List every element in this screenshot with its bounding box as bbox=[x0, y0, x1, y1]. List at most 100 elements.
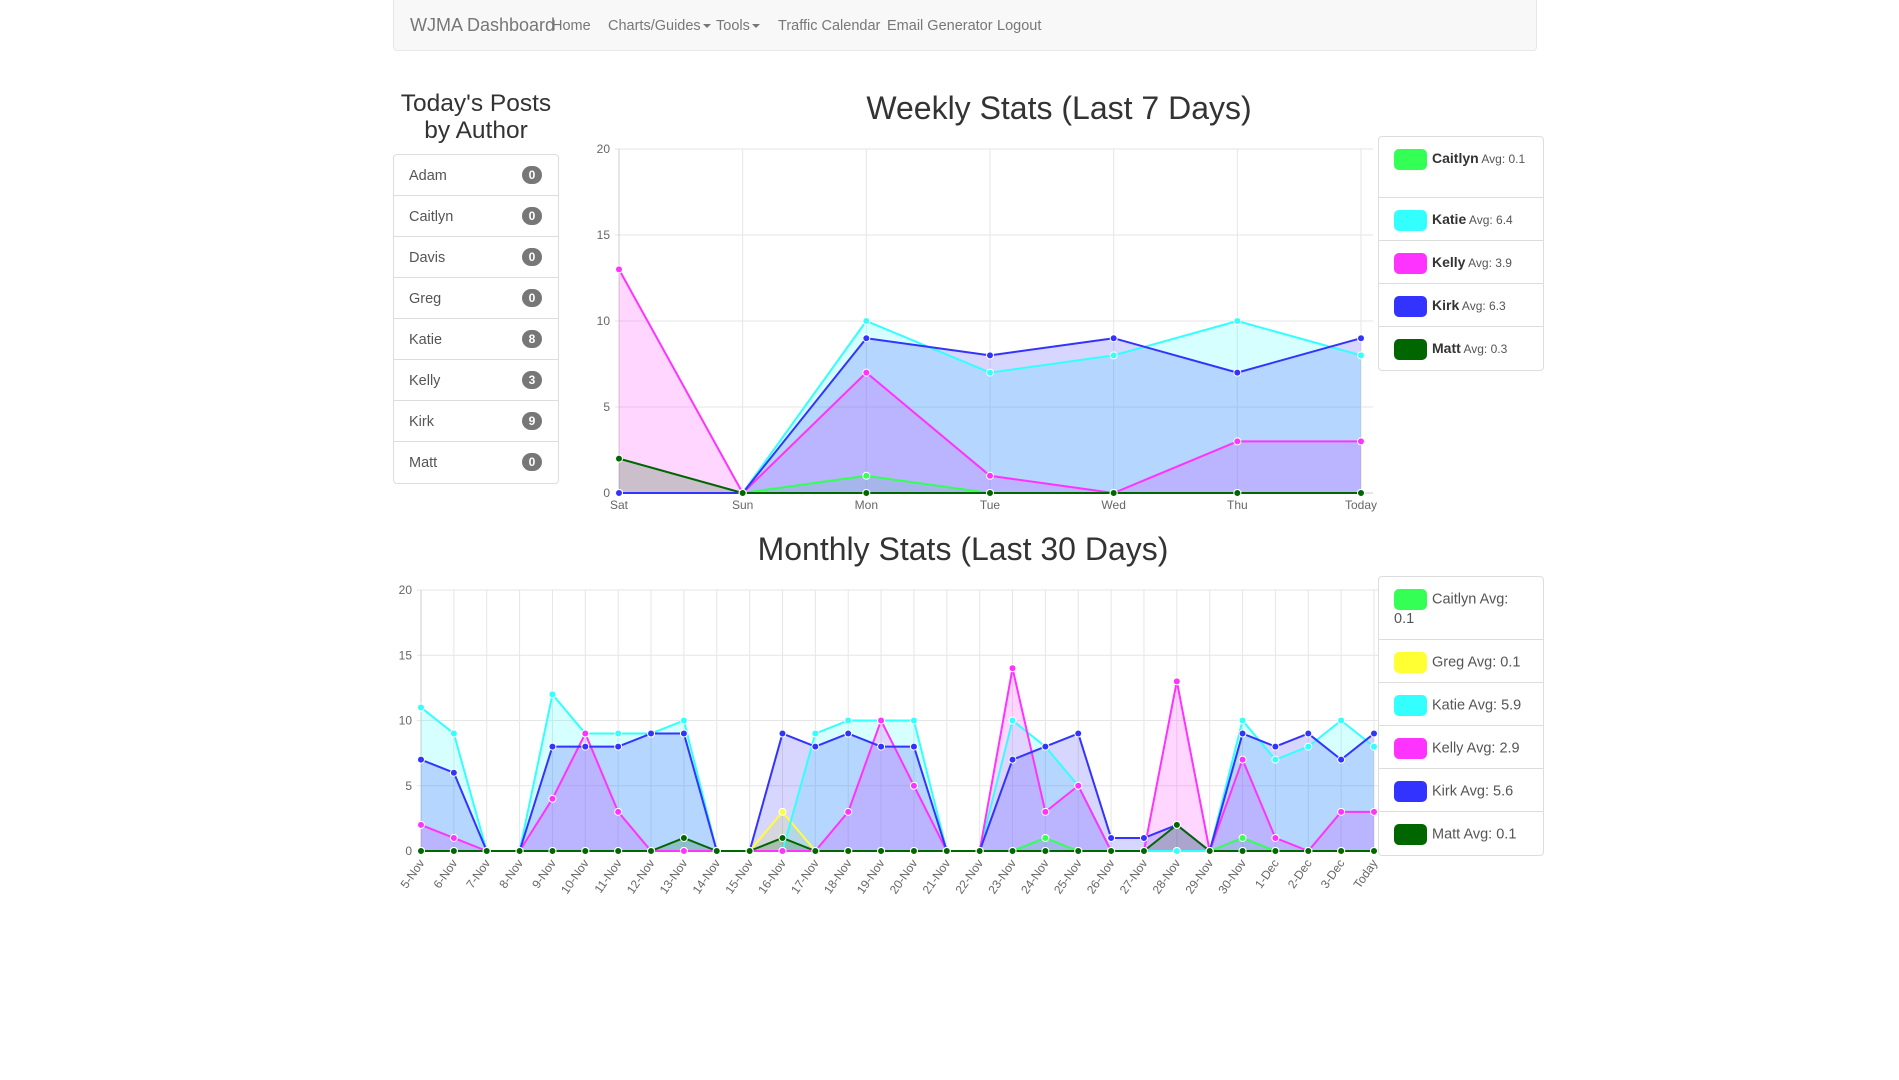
data-point-matt bbox=[738, 489, 747, 497]
x-tick-label: 19-Nov bbox=[854, 857, 888, 897]
legend-avg-value: 0.1 bbox=[1500, 654, 1521, 671]
x-tick-label: Sat bbox=[610, 498, 629, 512]
data-point-katie bbox=[1238, 716, 1247, 725]
data-point-katie bbox=[679, 716, 688, 725]
legend-item-greg: Greg Avg: 0.1 bbox=[1379, 640, 1543, 683]
x-tick-label: 13-Nov bbox=[657, 857, 691, 897]
legend-swatch bbox=[1394, 824, 1427, 845]
data-point-kelly bbox=[1370, 807, 1378, 816]
data-point-katie bbox=[1109, 351, 1118, 360]
data-point-katie bbox=[862, 317, 871, 325]
y-tick-label: 5 bbox=[603, 400, 610, 414]
data-point-kelly bbox=[1008, 664, 1017, 673]
data-point-kirk bbox=[1238, 729, 1247, 738]
data-point-katie bbox=[986, 368, 994, 377]
data-point-kirk bbox=[877, 742, 886, 751]
data-point-kirk bbox=[1041, 742, 1050, 751]
legend-item-katie: Katie Avg: 6.4 bbox=[1379, 198, 1543, 241]
data-point-matt bbox=[1337, 847, 1346, 855]
data-point-matt bbox=[581, 847, 590, 855]
data-point-katie bbox=[417, 703, 425, 712]
data-point-kirk bbox=[615, 489, 623, 497]
data-point-kirk bbox=[909, 742, 918, 751]
data-point-kelly bbox=[417, 820, 425, 829]
legend-name: Greg bbox=[1432, 654, 1465, 671]
x-tick-label: 1-Dec bbox=[1252, 857, 1282, 891]
data-point-kelly bbox=[581, 729, 590, 738]
legend-name: Kirk bbox=[1432, 297, 1460, 313]
data-point-katie bbox=[1271, 755, 1280, 764]
legend-item-katie: Katie Avg: 5.9 bbox=[1379, 683, 1543, 726]
data-point-kirk bbox=[1139, 833, 1148, 842]
data-point-kirk bbox=[449, 768, 458, 777]
legend-avg-value: 0.1 bbox=[1508, 152, 1526, 166]
y-tick-label: 15 bbox=[399, 648, 413, 662]
x-tick-label: 26-Nov bbox=[1084, 857, 1118, 897]
x-tick-label: 21-Nov bbox=[920, 857, 954, 897]
data-point-kelly bbox=[1041, 807, 1050, 816]
x-tick-label: Today bbox=[1345, 498, 1377, 512]
data-point-kelly bbox=[1233, 437, 1242, 446]
legend-swatch bbox=[1394, 253, 1427, 275]
data-point-matt bbox=[1139, 847, 1148, 855]
data-point-matt bbox=[844, 847, 853, 855]
data-point-matt bbox=[811, 847, 820, 855]
data-point-kelly bbox=[1337, 807, 1346, 816]
x-tick-label: 11-Nov bbox=[591, 857, 624, 896]
data-point-kelly bbox=[877, 716, 886, 725]
legend-avg-value: 3.9 bbox=[1495, 256, 1512, 270]
x-tick-label: 2-Dec bbox=[1285, 857, 1315, 891]
data-point-kirk bbox=[1357, 334, 1365, 343]
x-tick-label: 7-Nov bbox=[463, 857, 493, 891]
data-point-matt bbox=[1107, 847, 1116, 855]
x-tick-label: 17-Nov bbox=[788, 857, 822, 897]
data-point-katie bbox=[1172, 847, 1181, 855]
data-point-caitlyn bbox=[1041, 833, 1050, 842]
data-point-kirk bbox=[1109, 334, 1118, 343]
y-tick-label: 10 bbox=[399, 714, 413, 728]
legend-avg-value: 0.3 bbox=[1490, 342, 1508, 356]
data-point-katie bbox=[1337, 716, 1346, 725]
y-tick-label: 15 bbox=[597, 228, 611, 242]
data-point-kirk bbox=[1370, 729, 1378, 738]
monthly-legend: Caitlyn Avg: 0.1 Greg Avg: 0.1 Katie Avg… bbox=[1378, 576, 1544, 856]
data-point-katie bbox=[909, 716, 918, 725]
y-tick-label: 20 bbox=[597, 142, 611, 156]
legend-item-kelly: Kelly Avg: 3.9 bbox=[1379, 241, 1543, 284]
data-point-kirk bbox=[647, 729, 656, 738]
x-tick-label: 5-Nov bbox=[398, 857, 428, 891]
legend-avg-label: Avg: bbox=[1468, 697, 1498, 714]
legend-swatch bbox=[1394, 589, 1427, 610]
legend-swatch bbox=[1394, 652, 1427, 673]
y-tick-label: 5 bbox=[405, 779, 412, 793]
legend-avg-label: Avg: bbox=[1466, 740, 1496, 757]
data-point-matt bbox=[1172, 820, 1181, 829]
data-point-kirk bbox=[1304, 729, 1313, 738]
data-point-kelly bbox=[1172, 677, 1181, 686]
data-point-matt bbox=[942, 847, 951, 855]
data-point-kirk bbox=[581, 742, 590, 751]
x-tick-label: Thu bbox=[1227, 498, 1248, 512]
legend-item-kirk: Kirk Avg: 5.6 bbox=[1379, 769, 1543, 812]
data-point-matt bbox=[1271, 847, 1280, 855]
legend-name: Kirk bbox=[1432, 783, 1457, 800]
data-point-kirk bbox=[1271, 742, 1280, 751]
data-point-caitlyn bbox=[1238, 833, 1247, 842]
x-tick-label: 24-Nov bbox=[1018, 857, 1052, 897]
data-point-kelly bbox=[615, 265, 623, 274]
data-point-katie bbox=[811, 729, 820, 738]
data-point-matt bbox=[1357, 489, 1365, 497]
legend-avg-label: Avg: bbox=[1461, 299, 1486, 313]
data-point-kelly bbox=[1357, 437, 1365, 446]
y-tick-label: 0 bbox=[405, 844, 412, 858]
x-tick-label: 9-Nov bbox=[529, 857, 559, 891]
charts-canvas: 05101520Sat Sun Mon Tue Wed Thu Today 05101520… bbox=[398, 142, 1386, 897]
x-tick-label: 18-Nov bbox=[821, 857, 855, 897]
data-point-kirk bbox=[862, 334, 871, 343]
x-tick-label: 28-Nov bbox=[1150, 857, 1184, 897]
legend-name: Caitlyn bbox=[1432, 150, 1479, 166]
data-point-kelly bbox=[909, 781, 918, 790]
data-point-kelly bbox=[844, 807, 853, 816]
data-point-katie bbox=[1357, 351, 1365, 360]
x-tick-label: 10-Nov bbox=[558, 857, 592, 897]
